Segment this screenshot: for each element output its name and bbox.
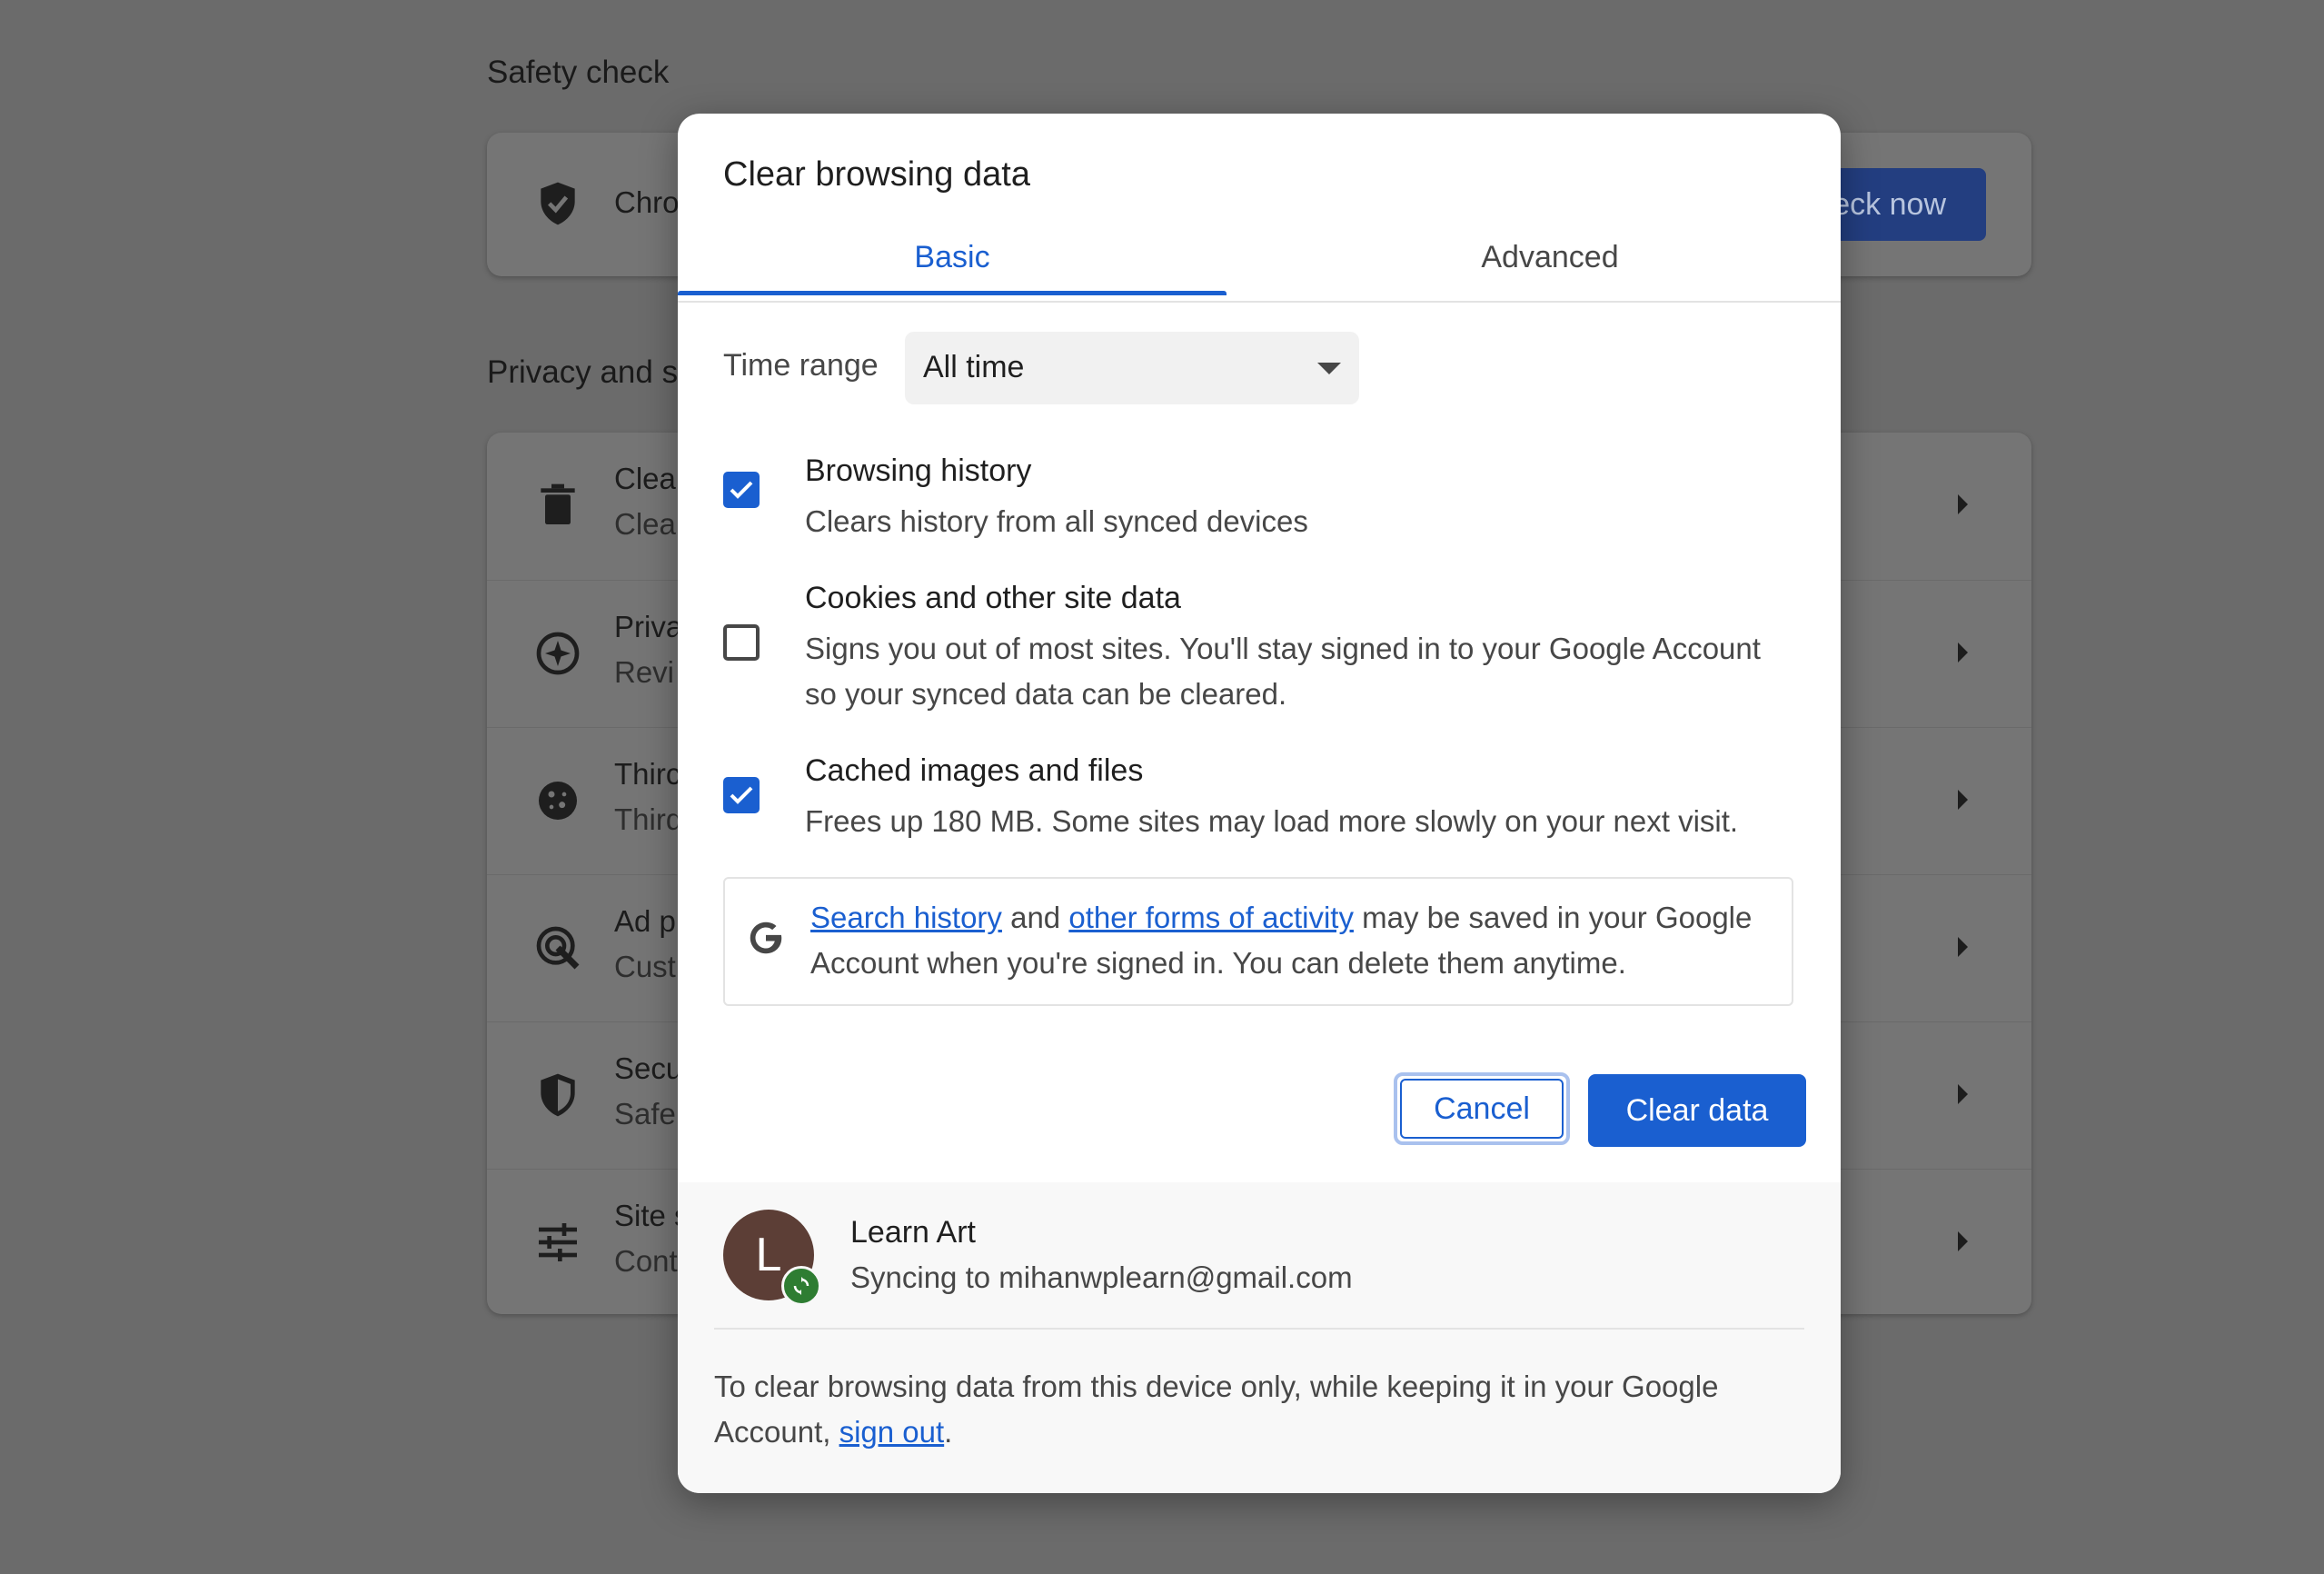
google-notice-text: Search history and other forms of activi… (810, 895, 1783, 986)
sign-out-note: To clear browsing data from this device … (714, 1364, 1804, 1455)
notice-text-and: and (1001, 901, 1069, 934)
option-description: Frees up 180 MB. Some sites may load mor… (805, 804, 1739, 838)
row-title: Priva (614, 610, 683, 643)
arrow-right-icon (1958, 937, 1968, 957)
row-subtitle: Cont (614, 1244, 678, 1278)
arrow-right-icon (1958, 1231, 1968, 1251)
sign-out-link[interactable]: sign out (839, 1415, 945, 1449)
browsing-history-checkbox[interactable] (723, 472, 760, 508)
time-range-label: Time range (723, 348, 879, 383)
option-title: Cookies and other site data (805, 581, 1181, 615)
checkmark-icon (730, 481, 753, 499)
arrow-right-icon (1958, 1084, 1968, 1104)
row-title: Secu (614, 1051, 683, 1085)
shield-check-icon (541, 182, 575, 225)
account-name: Learn Art (850, 1215, 976, 1250)
clear-browsing-data-dialog: Clear browsing data Basic Advanced Time … (678, 114, 1841, 1493)
row-subtitle: Revi (614, 655, 675, 689)
option-description: Clears history from all synced devices (805, 504, 1308, 538)
row-subtitle: Cust (614, 950, 676, 983)
sign-out-note-end: . (944, 1415, 953, 1449)
option-title: Cached images and files (805, 753, 1144, 788)
divider (714, 1328, 1804, 1330)
time-range-select[interactable]: All time (905, 332, 1359, 404)
account-footer: L Learn Art Syncing to mihanwplearn@gmai… (678, 1182, 1841, 1493)
row-subtitle: Safe (614, 1097, 676, 1131)
arrow-right-icon (1958, 643, 1968, 662)
clear-data-button[interactable]: Clear data (1588, 1074, 1806, 1147)
google-g-icon (750, 921, 782, 954)
google-activity-notice: Search history and other forms of activi… (723, 877, 1793, 1006)
row-subtitle: Third (614, 802, 683, 836)
arrow-right-icon (1958, 494, 1968, 514)
arrow-right-icon (1958, 790, 1968, 810)
checkmark-icon (730, 786, 753, 804)
safety-check-row-title: Chro (614, 185, 680, 219)
privacy-heading: Privacy and s (487, 354, 679, 390)
dialog-title: Clear browsing data (723, 155, 1030, 194)
tab-advanced[interactable]: Advanced (1259, 232, 1841, 301)
selected-tab-indicator (678, 291, 1227, 295)
cookie-icon (539, 782, 577, 820)
sync-icon (793, 1277, 809, 1295)
row-title: Ad p (614, 904, 676, 938)
time-range-value: All time (923, 350, 1025, 384)
compass-icon (536, 632, 580, 675)
cancel-button[interactable]: Cancel (1394, 1072, 1570, 1145)
ad-privacy-icon (536, 926, 580, 970)
option-title: Browsing history (805, 453, 1032, 488)
row-title: Thirc (614, 757, 681, 791)
sliders-icon (539, 1223, 577, 1261)
cookies-checkbox[interactable] (723, 624, 760, 661)
row-title: Clea (614, 462, 676, 495)
account-sync-status: Syncing to mihanwplearn@gmail.com (850, 1260, 1353, 1294)
safety-check-heading: Safety check (487, 55, 670, 90)
sync-badge (781, 1266, 821, 1306)
trash-icon (541, 483, 575, 524)
caret-down-icon (1317, 363, 1341, 374)
other-activity-link[interactable]: other forms of activity (1068, 901, 1354, 934)
option-description: Signs you out of most sites. You'll stay… (805, 632, 1761, 711)
security-shield-icon (541, 1073, 575, 1117)
row-subtitle: Clea (614, 507, 676, 541)
search-history-link[interactable]: Search history (810, 901, 1002, 934)
cached-images-checkbox[interactable] (723, 777, 760, 813)
